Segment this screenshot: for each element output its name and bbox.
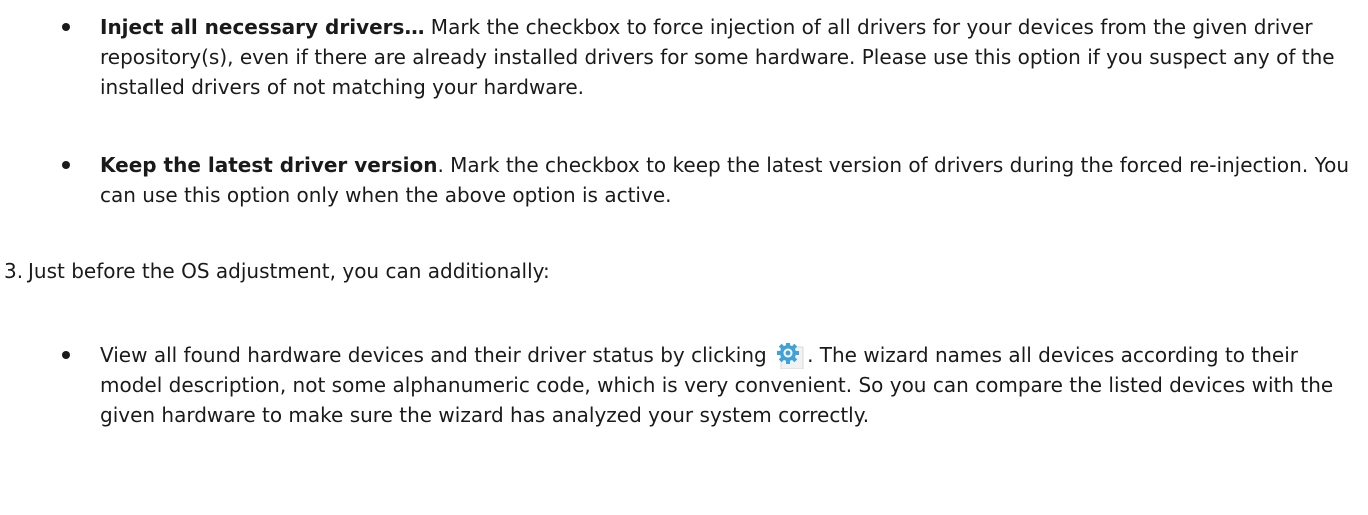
- bullet: [62, 23, 70, 31]
- view-text-before: View all found hardware devices and thei…: [100, 343, 767, 367]
- list-item-text: View all found hardware devices and thei…: [100, 340, 1350, 430]
- document-page: Inject all necessary drivers… Mark the c…: [0, 0, 1368, 515]
- bullet: [62, 161, 70, 169]
- option-name: Inject all necessary drivers…: [100, 15, 425, 39]
- list-item-text: Keep the latest driver version. Mark the…: [100, 150, 1350, 210]
- step-text: Just before the OS adjustment, you can a…: [28, 259, 550, 283]
- list-item-view-devices: View all found hardware devices and thei…: [62, 340, 1350, 430]
- list-item-keep-latest: Keep the latest driver version. Mark the…: [62, 150, 1350, 210]
- list-item-inject-drivers: Inject all necessary drivers… Mark the c…: [62, 12, 1350, 102]
- gear-icon: [775, 342, 805, 370]
- option-name: Keep the latest driver version: [100, 153, 438, 177]
- bullet: [62, 351, 70, 359]
- step-number: 3.: [4, 259, 24, 283]
- list-item-text: Inject all necessary drivers… Mark the c…: [100, 12, 1350, 102]
